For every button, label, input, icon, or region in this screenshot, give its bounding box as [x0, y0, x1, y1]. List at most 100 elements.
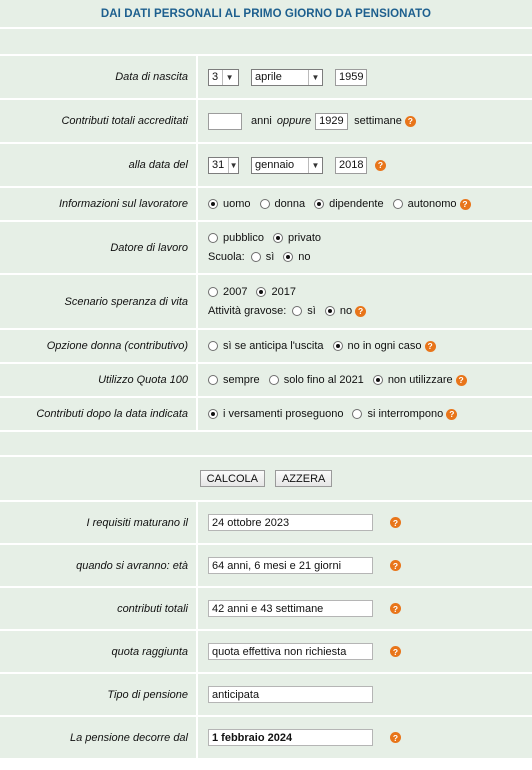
- radio-button[interactable]: [208, 375, 218, 385]
- radio-button[interactable]: [314, 199, 325, 209]
- help-icon[interactable]: ?: [390, 517, 401, 528]
- row-eta: quando si avranno: età 64 anni, 6 mesi e…: [0, 543, 532, 586]
- radio-scuola-si[interactable]: sì: [250, 251, 274, 263]
- radio-button[interactable]: [208, 341, 218, 351]
- row-contributions: Contributi totali accreditati anni oppur…: [0, 98, 532, 142]
- radio-button[interactable]: [208, 409, 218, 419]
- radio-sempre[interactable]: sempre: [208, 374, 260, 386]
- radio-autonomo[interactable]: autonomo: [392, 198, 457, 210]
- radio-button[interactable]: [372, 375, 383, 385]
- page-title: DAI DATI PERSONALI AL PRIMO GIORNO DA PE…: [0, 0, 532, 27]
- contributions-label: Contributi totali accreditati: [0, 100, 196, 142]
- row-opzione-donna: Opzione donna (contributivo) sì se antic…: [0, 328, 532, 362]
- row-employer: Datore di lavoro pubblico privato Scuola…: [0, 220, 532, 273]
- radio-button[interactable]: [392, 199, 403, 209]
- help-icon[interactable]: ?: [375, 159, 386, 171]
- radio-anticipa[interactable]: sì se anticipa l'uscita: [208, 340, 324, 352]
- settimane-label: settimane: [354, 115, 402, 127]
- help-icon[interactable]: ?: [424, 340, 436, 352]
- birth-year-field[interactable]: 1959: [335, 68, 367, 86]
- contrib-years-field[interactable]: [208, 112, 242, 130]
- contributi-totali-label: contributi totali: [0, 588, 196, 629]
- eta-output: 64 anni, 6 mesi e 21 giorni: [208, 557, 373, 574]
- radio-dipendente[interactable]: dipendente: [314, 198, 384, 210]
- help-icon[interactable]: ?: [455, 374, 467, 386]
- help-icon[interactable]: ?: [446, 408, 458, 420]
- row-reference-date: alla data del 31 ▼ gennaio ▼ 2018 ?: [0, 142, 532, 186]
- radio-gravose-no[interactable]: no: [324, 305, 352, 317]
- ref-month-select[interactable]: gennaio ▼: [251, 156, 323, 174]
- help-icon[interactable]: ?: [390, 732, 401, 743]
- azzera-button[interactable]: AZZERA: [274, 470, 333, 487]
- radio-fino-2021[interactable]: solo fino al 2021: [268, 374, 364, 386]
- radio-2017[interactable]: 2017: [256, 286, 296, 298]
- radio-button[interactable]: [332, 341, 343, 351]
- radio-button[interactable]: [259, 199, 270, 209]
- radio-scuola-no[interactable]: no: [283, 251, 311, 263]
- chevron-down-icon: ▼: [308, 157, 322, 173]
- help-icon[interactable]: ?: [459, 198, 471, 210]
- chevron-down-icon: ▼: [308, 69, 322, 85]
- tipo-output: anticipata: [208, 686, 373, 703]
- spacer-row: [0, 27, 532, 54]
- birth-day-select[interactable]: 3 ▼: [208, 68, 239, 86]
- requisiti-label: I requisiti maturano il: [0, 502, 196, 543]
- opzione-donna-label: Opzione donna (contributivo): [0, 330, 196, 362]
- quota-output: quota effettiva non richiesta: [208, 643, 373, 660]
- row-tipo: Tipo di pensione anticipata: [0, 672, 532, 715]
- requisiti-output: 24 ottobre 2023: [208, 514, 373, 531]
- contrib-weeks-field[interactable]: 1929: [315, 112, 349, 130]
- radio-button[interactable]: [208, 287, 218, 297]
- radio-button[interactable]: [256, 287, 267, 297]
- radio-donna[interactable]: donna: [259, 198, 305, 210]
- life-expectancy-label: Scenario speranza di vita: [0, 275, 196, 328]
- radio-proseguono[interactable]: i versamenti proseguono: [208, 408, 343, 420]
- radio-no-in-ogni-caso[interactable]: no in ogni caso: [332, 340, 422, 352]
- decorre-label: La pensione decorre dal: [0, 717, 196, 758]
- radio-gravose-si[interactable]: sì: [292, 305, 316, 317]
- row-requisiti: I requisiti maturano il 24 ottobre 2023 …: [0, 500, 532, 543]
- birth-date-label: Data di nascita: [0, 56, 196, 98]
- row-buttons: CALCOLA AZZERA: [0, 455, 532, 500]
- row-quota-100: Utilizzo Quota 100 sempre solo fino al 2…: [0, 362, 532, 396]
- row-decorre: La pensione decorre dal 1 febbraio 2024 …: [0, 715, 532, 758]
- ref-day-select[interactable]: 31 ▼: [208, 156, 239, 174]
- radio-button[interactable]: [208, 233, 218, 243]
- help-icon[interactable]: ?: [390, 560, 401, 571]
- quota-100-label: Utilizzo Quota 100: [0, 364, 196, 396]
- scuola-label: Scuola:: [208, 251, 245, 263]
- help-icon[interactable]: ?: [390, 603, 401, 614]
- help-icon[interactable]: ?: [355, 305, 367, 317]
- radio-privato[interactable]: privato: [272, 232, 321, 244]
- help-icon[interactable]: ?: [404, 115, 416, 127]
- radio-button[interactable]: [250, 252, 261, 262]
- contributi-totali-output: 42 anni e 43 settimane: [208, 600, 373, 617]
- reference-date-label: alla data del: [0, 144, 196, 186]
- anni-label: anni: [251, 115, 272, 127]
- birth-month-select[interactable]: aprile ▼: [251, 68, 323, 86]
- row-contributi-dopo: Contributi dopo la data indicata i versa…: [0, 396, 532, 430]
- radio-button[interactable]: [272, 233, 283, 243]
- chevron-down-icon: ▼: [228, 157, 238, 173]
- pension-calculator: DAI DATI PERSONALI AL PRIMO GIORNO DA PE…: [0, 0, 532, 758]
- employer-label: Datore di lavoro: [0, 222, 196, 273]
- help-icon[interactable]: ?: [390, 646, 401, 657]
- radio-button[interactable]: [324, 306, 335, 316]
- radio-button[interactable]: [283, 252, 294, 262]
- radio-button[interactable]: [268, 375, 279, 385]
- radio-button[interactable]: [352, 409, 363, 419]
- radio-button[interactable]: [292, 306, 303, 316]
- radio-interrompono[interactable]: si interrompono: [352, 408, 443, 420]
- radio-pubblico[interactable]: pubblico: [208, 232, 264, 244]
- calcola-button[interactable]: CALCOLA: [199, 470, 265, 487]
- radio-button[interactable]: [208, 199, 218, 209]
- radio-uomo[interactable]: uomo: [208, 198, 251, 210]
- contributi-dopo-label: Contributi dopo la data indicata: [0, 398, 196, 430]
- ref-year-field[interactable]: 2018: [335, 156, 367, 174]
- radio-non-utilizzare[interactable]: non utilizzare: [372, 374, 453, 386]
- tipo-label: Tipo di pensione: [0, 674, 196, 715]
- row-quota: quota raggiunta quota effettiva non rich…: [0, 629, 532, 672]
- radio-2007[interactable]: 2007: [208, 286, 247, 298]
- eta-label: quando si avranno: età: [0, 545, 196, 586]
- oppure-label: oppure: [276, 115, 312, 127]
